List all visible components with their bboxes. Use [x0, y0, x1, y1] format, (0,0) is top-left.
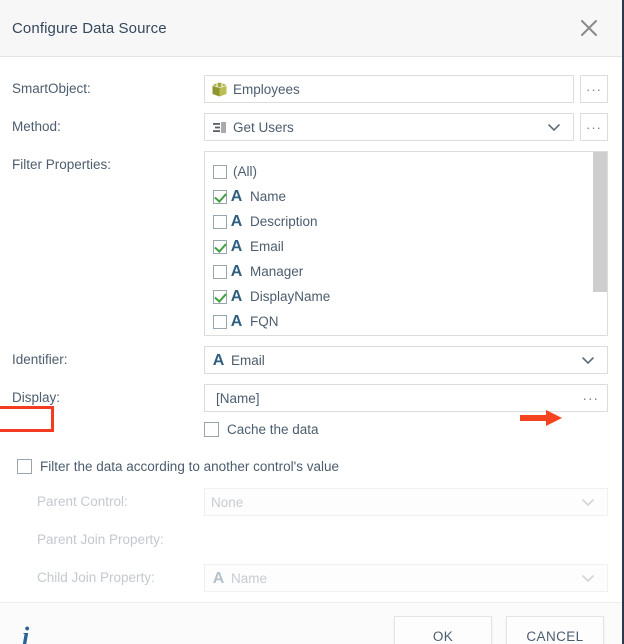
filter-another-control-label: Filter the data according to another con…: [40, 459, 339, 474]
text-property-icon: A: [230, 188, 243, 205]
parent-join-property-label: Parent Join Property:: [37, 532, 164, 547]
text-property-icon: A: [230, 313, 243, 330]
smartobject-box-icon: [211, 81, 228, 98]
cache-row: Cache the data: [12, 422, 608, 437]
chevron-down-icon: [575, 565, 601, 591]
parent-join-property-field: [204, 526, 608, 554]
smartobject-label: SmartObject:: [12, 81, 91, 96]
text-property-icon: A: [212, 351, 225, 369]
checkbox[interactable]: [204, 422, 219, 437]
parent-control-field: None: [204, 488, 608, 516]
method-value: Get Users: [233, 119, 294, 135]
method-row: Method: Get Users ···: [12, 113, 608, 141]
filter-properties-listbox[interactable]: (All) A Name A Description A Email A Man…: [204, 151, 608, 336]
method-icon: [211, 119, 228, 136]
text-property-icon: A: [230, 263, 243, 280]
dialog-body: SmartObject: Employees ··· Method: Get U…: [0, 57, 622, 602]
page-title: Configure Data Source: [12, 19, 167, 37]
checkbox[interactable]: [213, 289, 227, 304]
cache-the-data-label: Cache the data: [227, 422, 319, 437]
list-item[interactable]: A Name: [213, 184, 593, 209]
filter-properties-label: Filter Properties:: [12, 157, 112, 172]
list-item[interactable]: A Email: [213, 234, 593, 259]
list-item-label: DisplayName: [250, 289, 331, 304]
parent-control-row: Parent Control: None: [12, 488, 608, 516]
child-join-property-value: Name: [231, 570, 268, 586]
text-property-icon: A: [230, 238, 243, 255]
list-item[interactable]: (All): [213, 159, 593, 184]
smartobject-browse-button[interactable]: ···: [580, 75, 608, 103]
text-property-icon: A: [230, 213, 243, 230]
identifier-value: Email: [231, 352, 265, 368]
list-item[interactable]: A UserName: [213, 334, 593, 335]
checkbox[interactable]: [213, 189, 227, 204]
close-icon[interactable]: [574, 13, 604, 43]
filter-properties-list: (All) A Name A Description A Email A Man…: [205, 152, 593, 335]
dialog-header: Configure Data Source: [0, 0, 622, 57]
checkbox[interactable]: [213, 214, 227, 229]
filter-another-control-section: Filter the data according to another con…: [12, 459, 608, 592]
identifier-row: Identifier: A Email: [12, 346, 608, 374]
identifier-label: Identifier:: [12, 352, 68, 367]
info-icon[interactable]: i: [22, 623, 29, 644]
filter-properties-row: Filter Properties: (All) A Name A Descri…: [12, 151, 608, 336]
display-value: [Name]: [216, 390, 260, 406]
list-item-label: (All): [233, 164, 257, 179]
display-row: Display: [Name] ···: [12, 384, 608, 412]
chevron-down-icon[interactable]: [575, 347, 601, 373]
list-item-label: Manager: [250, 264, 304, 279]
parent-control-value: None: [211, 494, 244, 510]
checkbox[interactable]: [213, 264, 227, 279]
parent-join-property-row: Parent Join Property:: [12, 526, 608, 554]
method-browse-button[interactable]: ···: [580, 113, 608, 141]
parent-control-label: Parent Control:: [37, 494, 128, 509]
method-label: Method:: [12, 119, 61, 134]
list-scrollbar[interactable]: [593, 152, 607, 335]
filter-another-control-checkbox[interactable]: Filter the data according to another con…: [17, 459, 608, 474]
chevron-down-icon: [575, 489, 601, 515]
list-item-label: FQN: [250, 314, 279, 329]
dialog-footer: i OK CANCEL: [0, 602, 622, 644]
list-item[interactable]: A DisplayName: [213, 284, 593, 309]
cache-spacer: [12, 422, 204, 428]
checkbox[interactable]: [213, 239, 227, 254]
display-field[interactable]: [Name] ···: [204, 384, 608, 412]
list-item-label: Email: [250, 239, 284, 254]
parent-child-join-group: Parent Control: None Parent Join Propert…: [12, 488, 608, 592]
list-item[interactable]: A Manager: [213, 259, 593, 284]
display-browse-button[interactable]: ···: [583, 391, 602, 406]
text-property-icon: A: [230, 288, 243, 305]
identifier-field[interactable]: A Email: [204, 346, 608, 374]
cache-the-data-checkbox[interactable]: Cache the data: [204, 422, 319, 437]
child-join-property-field: A Name: [204, 564, 608, 592]
display-label: Display:: [12, 390, 61, 405]
smartobject-field[interactable]: Employees: [204, 75, 574, 103]
configure-data-source-dialog: Configure Data Source SmartObject: Emplo…: [0, 0, 624, 644]
text-property-icon: A: [212, 569, 225, 587]
checkbox[interactable]: [213, 314, 227, 329]
ok-button[interactable]: OK: [394, 615, 492, 644]
list-item-label: Name: [250, 189, 287, 204]
child-join-property-label: Child Join Property:: [37, 570, 155, 585]
list-scrollbar-thumb[interactable]: [593, 152, 607, 292]
list-item[interactable]: A FQN: [213, 309, 593, 334]
checkbox[interactable]: [213, 164, 227, 179]
list-item-label: Description: [250, 214, 318, 229]
list-item[interactable]: A Description: [213, 209, 593, 234]
smartobject-row: SmartObject: Employees ···: [12, 75, 608, 103]
child-join-property-row: Child Join Property: A Name: [12, 564, 608, 592]
checkbox[interactable]: [17, 459, 32, 474]
chevron-down-icon[interactable]: [541, 114, 567, 140]
smartobject-value: Employees: [233, 81, 300, 97]
method-field[interactable]: Get Users: [204, 113, 574, 141]
cancel-button[interactable]: CANCEL: [506, 615, 604, 644]
